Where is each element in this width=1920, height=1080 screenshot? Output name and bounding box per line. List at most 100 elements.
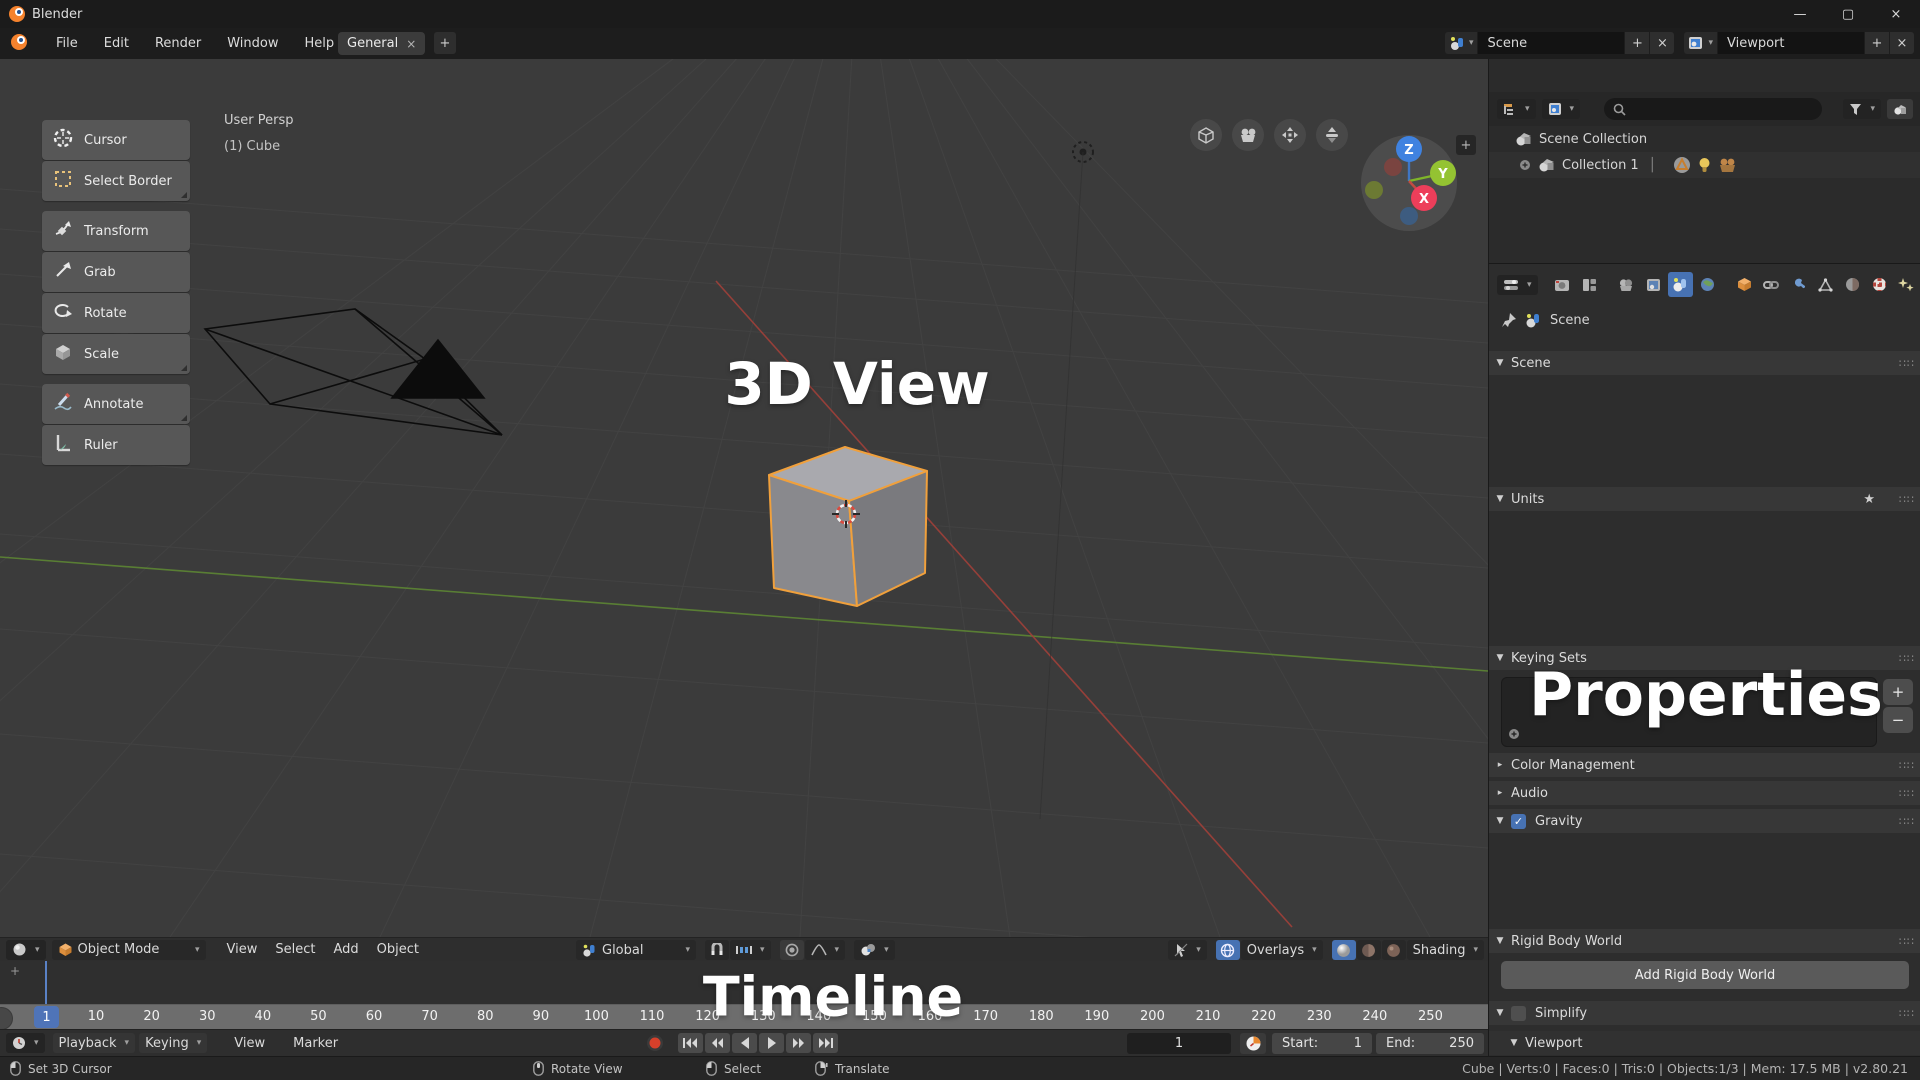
navigation-gizmo[interactable]: Z Y X [1361, 124, 1471, 238]
mesh-data-icon[interactable] [1673, 156, 1691, 174]
add-scene-button[interactable]: + [1625, 32, 1650, 54]
frame-number-field[interactable]: 1 [1127, 1033, 1231, 1054]
panel-drag-dots[interactable]: ∷∷ [1899, 759, 1915, 772]
close-button[interactable]: × [1872, 0, 1920, 28]
favorite-star-icon[interactable]: ★ [1863, 492, 1875, 507]
tool-ruler[interactable]: Ruler [42, 425, 190, 465]
minimize-button[interactable]: — [1776, 0, 1824, 28]
panel-drag-dots[interactable]: ∷∷ [1899, 652, 1915, 665]
gizmos-dropdown[interactable]: ▾ [1168, 940, 1207, 960]
tab-scene-thumb-properties[interactable] [1641, 272, 1666, 297]
tool-select-border[interactable]: Select Border [42, 161, 190, 201]
tab-constraints-properties[interactable] [1759, 272, 1784, 297]
orientation-dropdown[interactable]: Global ▾ [576, 940, 696, 960]
timeline-editor[interactable]: + 1 10 20 30 40 50 60 70 80 90 100 110 120 130 140 150… [0, 961, 1488, 1056]
zoom-view-icon[interactable] [1316, 119, 1348, 151]
add-viewlayer-button[interactable]: + [1865, 32, 1889, 54]
viewlayer-name-field[interactable]: Viewport [1718, 32, 1864, 54]
jump-to-start-button[interactable] [678, 1033, 703, 1053]
remove-keying-set-button[interactable]: − [1883, 707, 1913, 733]
editor-type-button[interactable]: ▾ [6, 939, 46, 960]
blender-menu-icon[interactable] [10, 32, 29, 55]
outliner-filter-type-dropdown[interactable]: ▾ [1541, 99, 1581, 119]
timeline-editor-type-button[interactable]: ▾ [6, 1033, 45, 1053]
panel-drag-dots[interactable]: ∷∷ [1899, 815, 1915, 828]
tool-grab[interactable]: Grab [42, 252, 190, 292]
snap-toggle-button[interactable] [705, 940, 729, 960]
next-keyframe-button[interactable] [786, 1033, 811, 1053]
panel-drag-dots[interactable]: ∷∷ [1899, 935, 1915, 948]
scene-name-field[interactable]: Scene [1478, 32, 1625, 54]
outliner-filter-dropdown[interactable]: ▾ [1843, 99, 1881, 119]
mode-dropdown[interactable]: Object Mode ▾ [51, 939, 206, 960]
move-view-icon[interactable] [1274, 119, 1306, 151]
jump-to-end-button[interactable] [813, 1033, 838, 1053]
proportional-toggle-button[interactable] [779, 940, 804, 960]
panel-header-scene[interactable]: ▼ Scene ∷∷ [1489, 351, 1920, 375]
outliner-row-scene-collection[interactable]: Scene Collection [1489, 126, 1920, 152]
sidebar-expand-button[interactable]: + [1456, 135, 1476, 155]
shading-solid-button[interactable] [1331, 940, 1356, 960]
previous-keyframe-button[interactable] [705, 1033, 730, 1053]
outliner-editor[interactable]: ▾ ▾ ▾ Scene Collection Collection 1 ▏ [1488, 59, 1920, 263]
playback-dropdown[interactable]: Playback ▾ [52, 1033, 136, 1053]
maximize-button[interactable]: ▢ [1824, 0, 1872, 28]
camera-object-icon[interactable] [1718, 158, 1737, 173]
unlink-scene-button[interactable]: × [1650, 32, 1675, 54]
remove-viewlayer-button[interactable]: × [1890, 32, 1914, 54]
tab-output-properties[interactable] [1577, 272, 1602, 297]
tab-render-properties[interactable] [1550, 272, 1575, 297]
panel-header-color-management[interactable]: ▸ Color Management ∷∷ [1489, 753, 1920, 777]
viewport-3d[interactable]: User Persp (1) Cube Z Y X + Cursor Selec… [0, 59, 1488, 937]
panel-header-audio[interactable]: ▸ Audio ∷∷ [1489, 781, 1920, 805]
start-frame-field[interactable]: Start: 1 [1272, 1033, 1372, 1054]
workspace-tab-general[interactable]: General × [338, 32, 426, 55]
add-keying-set-button[interactable]: + [1883, 679, 1913, 705]
record-button[interactable] [646, 1034, 664, 1056]
use-preview-range-button[interactable] [1240, 1033, 1266, 1054]
outliner-display-mode-dropdown[interactable]: ▾ [1497, 99, 1536, 119]
panel-drag-dots[interactable]: ∷∷ [1899, 1007, 1915, 1020]
camera-view-icon[interactable] [1232, 119, 1264, 151]
tab-physics-properties[interactable] [1840, 272, 1865, 297]
panel-drag-dots[interactable]: ∷∷ [1899, 357, 1915, 370]
properties-editor-type-button[interactable]: ▾ [1497, 274, 1538, 295]
shading-material-button[interactable] [1356, 940, 1381, 960]
tab-view-layer-properties[interactable] [1614, 272, 1639, 297]
falloff-dropdown[interactable]: ▾ [804, 940, 846, 960]
tab-object-properties[interactable] [1732, 272, 1757, 297]
panel-header-viewport[interactable]: ▼ Viewport [1489, 1031, 1920, 1055]
tab-modifiers-properties[interactable] [1786, 272, 1811, 297]
simplify-checkbox[interactable] [1511, 1005, 1526, 1021]
new-collection-button[interactable] [1887, 99, 1913, 119]
menu-render[interactable]: Render [142, 28, 214, 59]
keying-dropdown[interactable]: Keying ▾ [139, 1033, 208, 1053]
panel-drag-dots[interactable]: ∷∷ [1899, 493, 1915, 506]
shading-dropdown[interactable]: Shading ▾ [1406, 940, 1484, 960]
current-frame-indicator[interactable]: 1 [34, 1006, 59, 1028]
light-data-icon[interactable] [1698, 157, 1711, 174]
tab-scene-properties[interactable] [1667, 272, 1693, 297]
snap-target-dropdown[interactable]: ▾ [730, 940, 771, 960]
menu-select[interactable]: Select [266, 942, 324, 957]
outliner-search-input[interactable] [1604, 98, 1823, 120]
tool-rotate[interactable]: Rotate [42, 293, 190, 333]
outliner-row-collection-1[interactable]: Collection 1 ▏ [1489, 152, 1920, 178]
menu-edit[interactable]: Edit [91, 28, 142, 59]
gravity-checkbox[interactable]: ✓ [1511, 813, 1526, 829]
pivot-dropdown[interactable]: ▾ [854, 940, 895, 960]
panel-header-gravity[interactable]: ▼ ✓ Gravity ∷∷ [1489, 809, 1920, 833]
play-button[interactable] [759, 1033, 784, 1053]
menu-object[interactable]: Object [368, 942, 428, 957]
play-reverse-button[interactable] [732, 1033, 757, 1053]
add-workspace-button[interactable]: + [434, 32, 456, 54]
camera-object[interactable] [203, 308, 503, 436]
properties-editor[interactable]: ▾ Scene ▼ Scene ∷∷ ▼ Units ★ ∷∷ ▼ Keying… [1488, 263, 1920, 1056]
perspective-toggle-icon[interactable] [1190, 119, 1222, 151]
end-frame-field[interactable]: End: 250 [1376, 1033, 1484, 1054]
timeline-expand-icon[interactable]: + [10, 964, 20, 978]
ruler-scroll-knob[interactable] [0, 1007, 13, 1030]
tool-scale[interactable]: Scale [42, 334, 190, 374]
overlays-dropdown[interactable]: Overlays ▾ [1240, 940, 1323, 960]
timeline-menu-marker[interactable]: Marker [284, 1036, 347, 1051]
